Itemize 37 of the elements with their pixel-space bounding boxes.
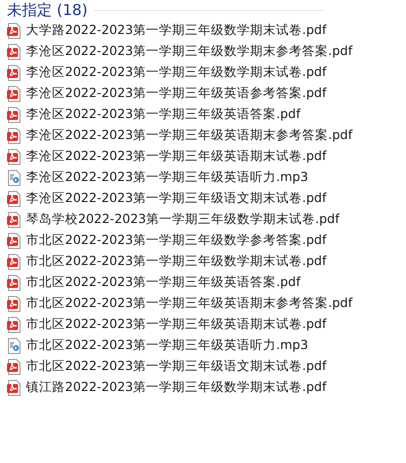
file-name[interactable]: 大学路2022-2023第一学期三年级数学期末试卷.pdf: [26, 22, 326, 39]
pdf-file-icon: [7, 22, 21, 38]
file-name[interactable]: 李沧区2022-2023第一学期三年级英语期末参考答案.pdf: [26, 127, 352, 144]
pdf-file-icon: [7, 316, 21, 332]
pdf-file-icon: [7, 64, 21, 80]
pdf-file-icon: [7, 212, 21, 228]
pdf-file-icon: [7, 106, 21, 122]
file-name[interactable]: 市北区2022-2023第一学期三年级数学参考答案.pdf: [26, 232, 326, 249]
pdf-file-icon: [7, 86, 21, 102]
file-name[interactable]: 李沧区2022-2023第一学期三年级数学期末参考答案.pdf: [26, 43, 352, 60]
pdf-file-icon: [7, 148, 21, 164]
file-name[interactable]: 琴岛学校2022-2023第一学期三年级数学期末试卷.pdf: [26, 211, 340, 228]
file-name[interactable]: 李沧区2022-2023第一学期三年级英语答案.pdf: [26, 106, 300, 123]
pdf-file-icon: [7, 190, 21, 206]
pdf-file-icon: [7, 44, 21, 60]
pdf-file-icon: [7, 128, 21, 144]
group-header[interactable]: 未指定 (18): [7, 0, 88, 20]
pdf-file-icon: [7, 296, 21, 312]
audio-file-icon: [7, 170, 21, 186]
file-name[interactable]: 李沧区2022-2023第一学期三年级语文期末试卷.pdf: [26, 190, 326, 207]
file-name[interactable]: 市北区2022-2023第一学期三年级数学期末试卷.pdf: [26, 253, 326, 270]
pdf-file-icon: [7, 274, 21, 290]
file-name[interactable]: 市北区2022-2023第一学期三年级英语期末参考答案.pdf: [26, 295, 352, 312]
pdf-file-icon: [7, 380, 21, 396]
file-name[interactable]: 市北区2022-2023第一学期三年级英语期末试卷.pdf: [26, 316, 326, 333]
file-name[interactable]: 李沧区2022-2023第一学期三年级英语参考答案.pdf: [26, 85, 326, 102]
file-name[interactable]: 李沧区2022-2023第一学期三年级数学期末试卷.pdf: [26, 64, 326, 81]
pdf-file-icon: [7, 254, 21, 270]
file-name[interactable]: 李沧区2022-2023第一学期三年级英语听力.mp3: [26, 169, 308, 186]
file-name[interactable]: 镇江路2022-2023第一学期三年级数学期末试卷.pdf: [26, 379, 326, 396]
file-name[interactable]: 李沧区2022-2023第一学期三年级英语期末试卷.pdf: [26, 148, 326, 165]
file-name[interactable]: 市北区2022-2023第一学期三年级英语听力.mp3: [26, 337, 308, 354]
pdf-file-icon: [7, 232, 21, 248]
audio-file-icon: [7, 338, 21, 354]
file-name[interactable]: 市北区2022-2023第一学期三年级语文期末试卷.pdf: [26, 358, 326, 375]
pdf-file-icon: [7, 358, 21, 374]
file-name[interactable]: 市北区2022-2023第一学期三年级英语答案.pdf: [26, 274, 300, 291]
